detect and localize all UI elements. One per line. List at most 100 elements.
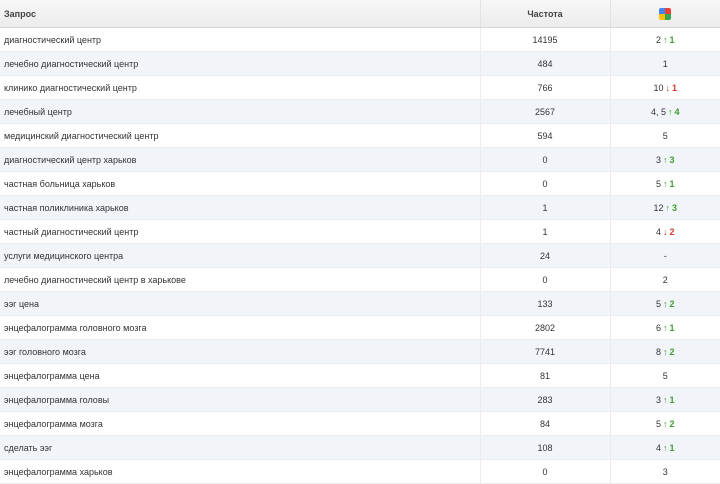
table-row: услуги медицинского центра 24 - <box>0 243 720 268</box>
table-row: ээг головного мозга 7741 8 ↑ 2 <box>0 339 720 364</box>
position-cell: 2 <box>609 267 720 292</box>
frequency-cell: 7741 <box>479 339 610 364</box>
position-change: 2 <box>669 418 675 429</box>
position-cell: 5 <box>609 363 720 388</box>
table-row: ээг цена 133 5 ↑ 2 <box>0 291 720 316</box>
query-cell[interactable]: энцефалограмма головы <box>0 387 480 412</box>
column-header-google[interactable] <box>609 0 720 28</box>
frequency-cell: 133 <box>479 291 610 316</box>
frequency-cell: 84 <box>479 411 610 436</box>
position-cell: 4, 5 ↑ 4 <box>609 99 720 124</box>
position-cell: 5 ↑ 1 <box>609 171 720 196</box>
frequency-cell: 0 <box>479 147 610 172</box>
arrow-up-icon: ↑ <box>663 34 668 45</box>
table-row: энцефалограмма цена 81 5 <box>0 363 720 388</box>
position-cell: 4 ↓ 2 <box>609 219 720 244</box>
position-value: 8 <box>655 346 661 357</box>
query-cell[interactable]: клинико диагностический центр <box>0 75 480 100</box>
position-value: 4 <box>655 442 661 453</box>
frequency-cell: 0 <box>479 171 610 196</box>
position-value: 4 <box>655 226 661 237</box>
query-cell[interactable]: лечебно диагностический центр <box>0 51 480 76</box>
query-cell[interactable]: частная больница харьков <box>0 171 480 196</box>
table-row: клинико диагностический центр 766 10 ↓ 1 <box>0 75 720 100</box>
frequency-cell: 766 <box>479 75 610 100</box>
table-header-row: Запрос Частота <box>0 0 720 28</box>
table-row: диагностический центр харьков 0 3 ↑ 3 <box>0 147 720 172</box>
table-row: лечебно диагностический центр 484 1 <box>0 51 720 76</box>
position-value: 2 <box>655 34 661 45</box>
position-value: 3 <box>662 466 668 477</box>
position-change: 3 <box>669 154 675 165</box>
table-row: медицинский диагностический центр 594 5 <box>0 123 720 148</box>
position-cell: 4 ↑ 1 <box>609 435 720 460</box>
position-value: 12 <box>653 202 664 213</box>
column-header-query[interactable]: Запрос <box>0 0 480 28</box>
query-cell[interactable]: энцефалограмма головного мозга <box>0 315 480 340</box>
position-change: 1 <box>669 178 675 189</box>
position-cell: 5 ↑ 2 <box>609 411 720 436</box>
position-change: 2 <box>669 346 675 357</box>
google-icon <box>659 7 672 20</box>
query-cell[interactable]: энцефалограмма мозга <box>0 411 480 436</box>
table-row: лечебный центр 2567 4, 5 ↑ 4 <box>0 99 720 124</box>
table-row: сделать ээг 108 4 ↑ 1 <box>0 435 720 460</box>
query-cell[interactable]: медицинский диагностический центр <box>0 123 480 148</box>
query-cell[interactable]: энцефалограмма цена <box>0 363 480 388</box>
position-value: 3 <box>655 154 661 165</box>
position-change: 2 <box>669 226 675 237</box>
query-cell[interactable]: сделать ээг <box>0 435 480 460</box>
arrow-up-icon: ↑ <box>663 178 668 189</box>
position-cell: 8 ↑ 2 <box>609 339 720 364</box>
position-change: 1 <box>669 34 675 45</box>
table-row: диагностический центр 14195 2 ↑ 1 <box>0 27 720 52</box>
column-header-frequency[interactable]: Частота <box>479 0 610 28</box>
position-value: - <box>663 250 667 261</box>
query-cell[interactable]: лечебно диагностический центр в харькове <box>0 267 480 292</box>
position-cell: - <box>609 243 720 268</box>
position-change: 1 <box>669 322 675 333</box>
arrow-down-icon: ↓ <box>665 82 671 93</box>
arrow-down-icon: ↓ <box>663 226 668 237</box>
position-cell: 5 ↑ 2 <box>609 291 720 316</box>
position-value: 10 <box>653 82 664 93</box>
arrow-up-icon: ↑ <box>668 106 673 117</box>
query-cell[interactable]: диагностический центр <box>0 27 480 52</box>
position-value: 5 <box>662 370 668 381</box>
frequency-cell: 2802 <box>479 315 610 340</box>
arrow-up-icon: ↑ <box>663 154 668 165</box>
arrow-up-icon: ↑ <box>665 202 671 213</box>
query-cell[interactable]: диагностический центр харьков <box>0 147 480 172</box>
query-cell[interactable]: услуги медицинского центра <box>0 243 480 268</box>
query-cell[interactable]: ээг головного мозга <box>0 339 480 364</box>
query-cell[interactable]: частный диагностический центр <box>0 219 480 244</box>
frequency-cell: 14195 <box>479 27 610 52</box>
position-value: 5 <box>655 298 661 309</box>
frequency-cell: 594 <box>479 123 610 148</box>
query-cell[interactable]: частная поликлиника харьков <box>0 195 480 220</box>
query-cell[interactable]: ээг цена <box>0 291 480 316</box>
position-cell: 3 ↑ 3 <box>609 147 720 172</box>
position-cell: 12 ↑ 3 <box>609 195 720 220</box>
frequency-cell: 81 <box>479 363 610 388</box>
position-cell: 2 ↑ 1 <box>609 27 720 52</box>
table-row: лечебно диагностический центр в харькове… <box>0 267 720 292</box>
frequency-cell: 1 <box>479 219 610 244</box>
position-value: 1 <box>662 58 668 69</box>
position-value: 5 <box>655 418 661 429</box>
frequency-cell: 484 <box>479 51 610 76</box>
table-row: энцефалограмма головного мозга 2802 6 ↑ 1 <box>0 315 720 340</box>
arrow-up-icon: ↑ <box>663 394 668 405</box>
frequency-cell: 2567 <box>479 99 610 124</box>
frequency-cell: 0 <box>479 267 610 292</box>
position-value: 6 <box>655 322 661 333</box>
frequency-cell: 108 <box>479 435 610 460</box>
position-value: 5 <box>655 178 661 189</box>
frequency-cell: 283 <box>479 387 610 412</box>
query-cell[interactable]: лечебный центр <box>0 99 480 124</box>
table-row: частная больница харьков 0 5 ↑ 1 <box>0 171 720 196</box>
position-change: 1 <box>672 82 678 93</box>
position-cell: 3 ↑ 1 <box>609 387 720 412</box>
arrow-up-icon: ↑ <box>663 322 668 333</box>
position-cell: 1 <box>609 51 720 76</box>
